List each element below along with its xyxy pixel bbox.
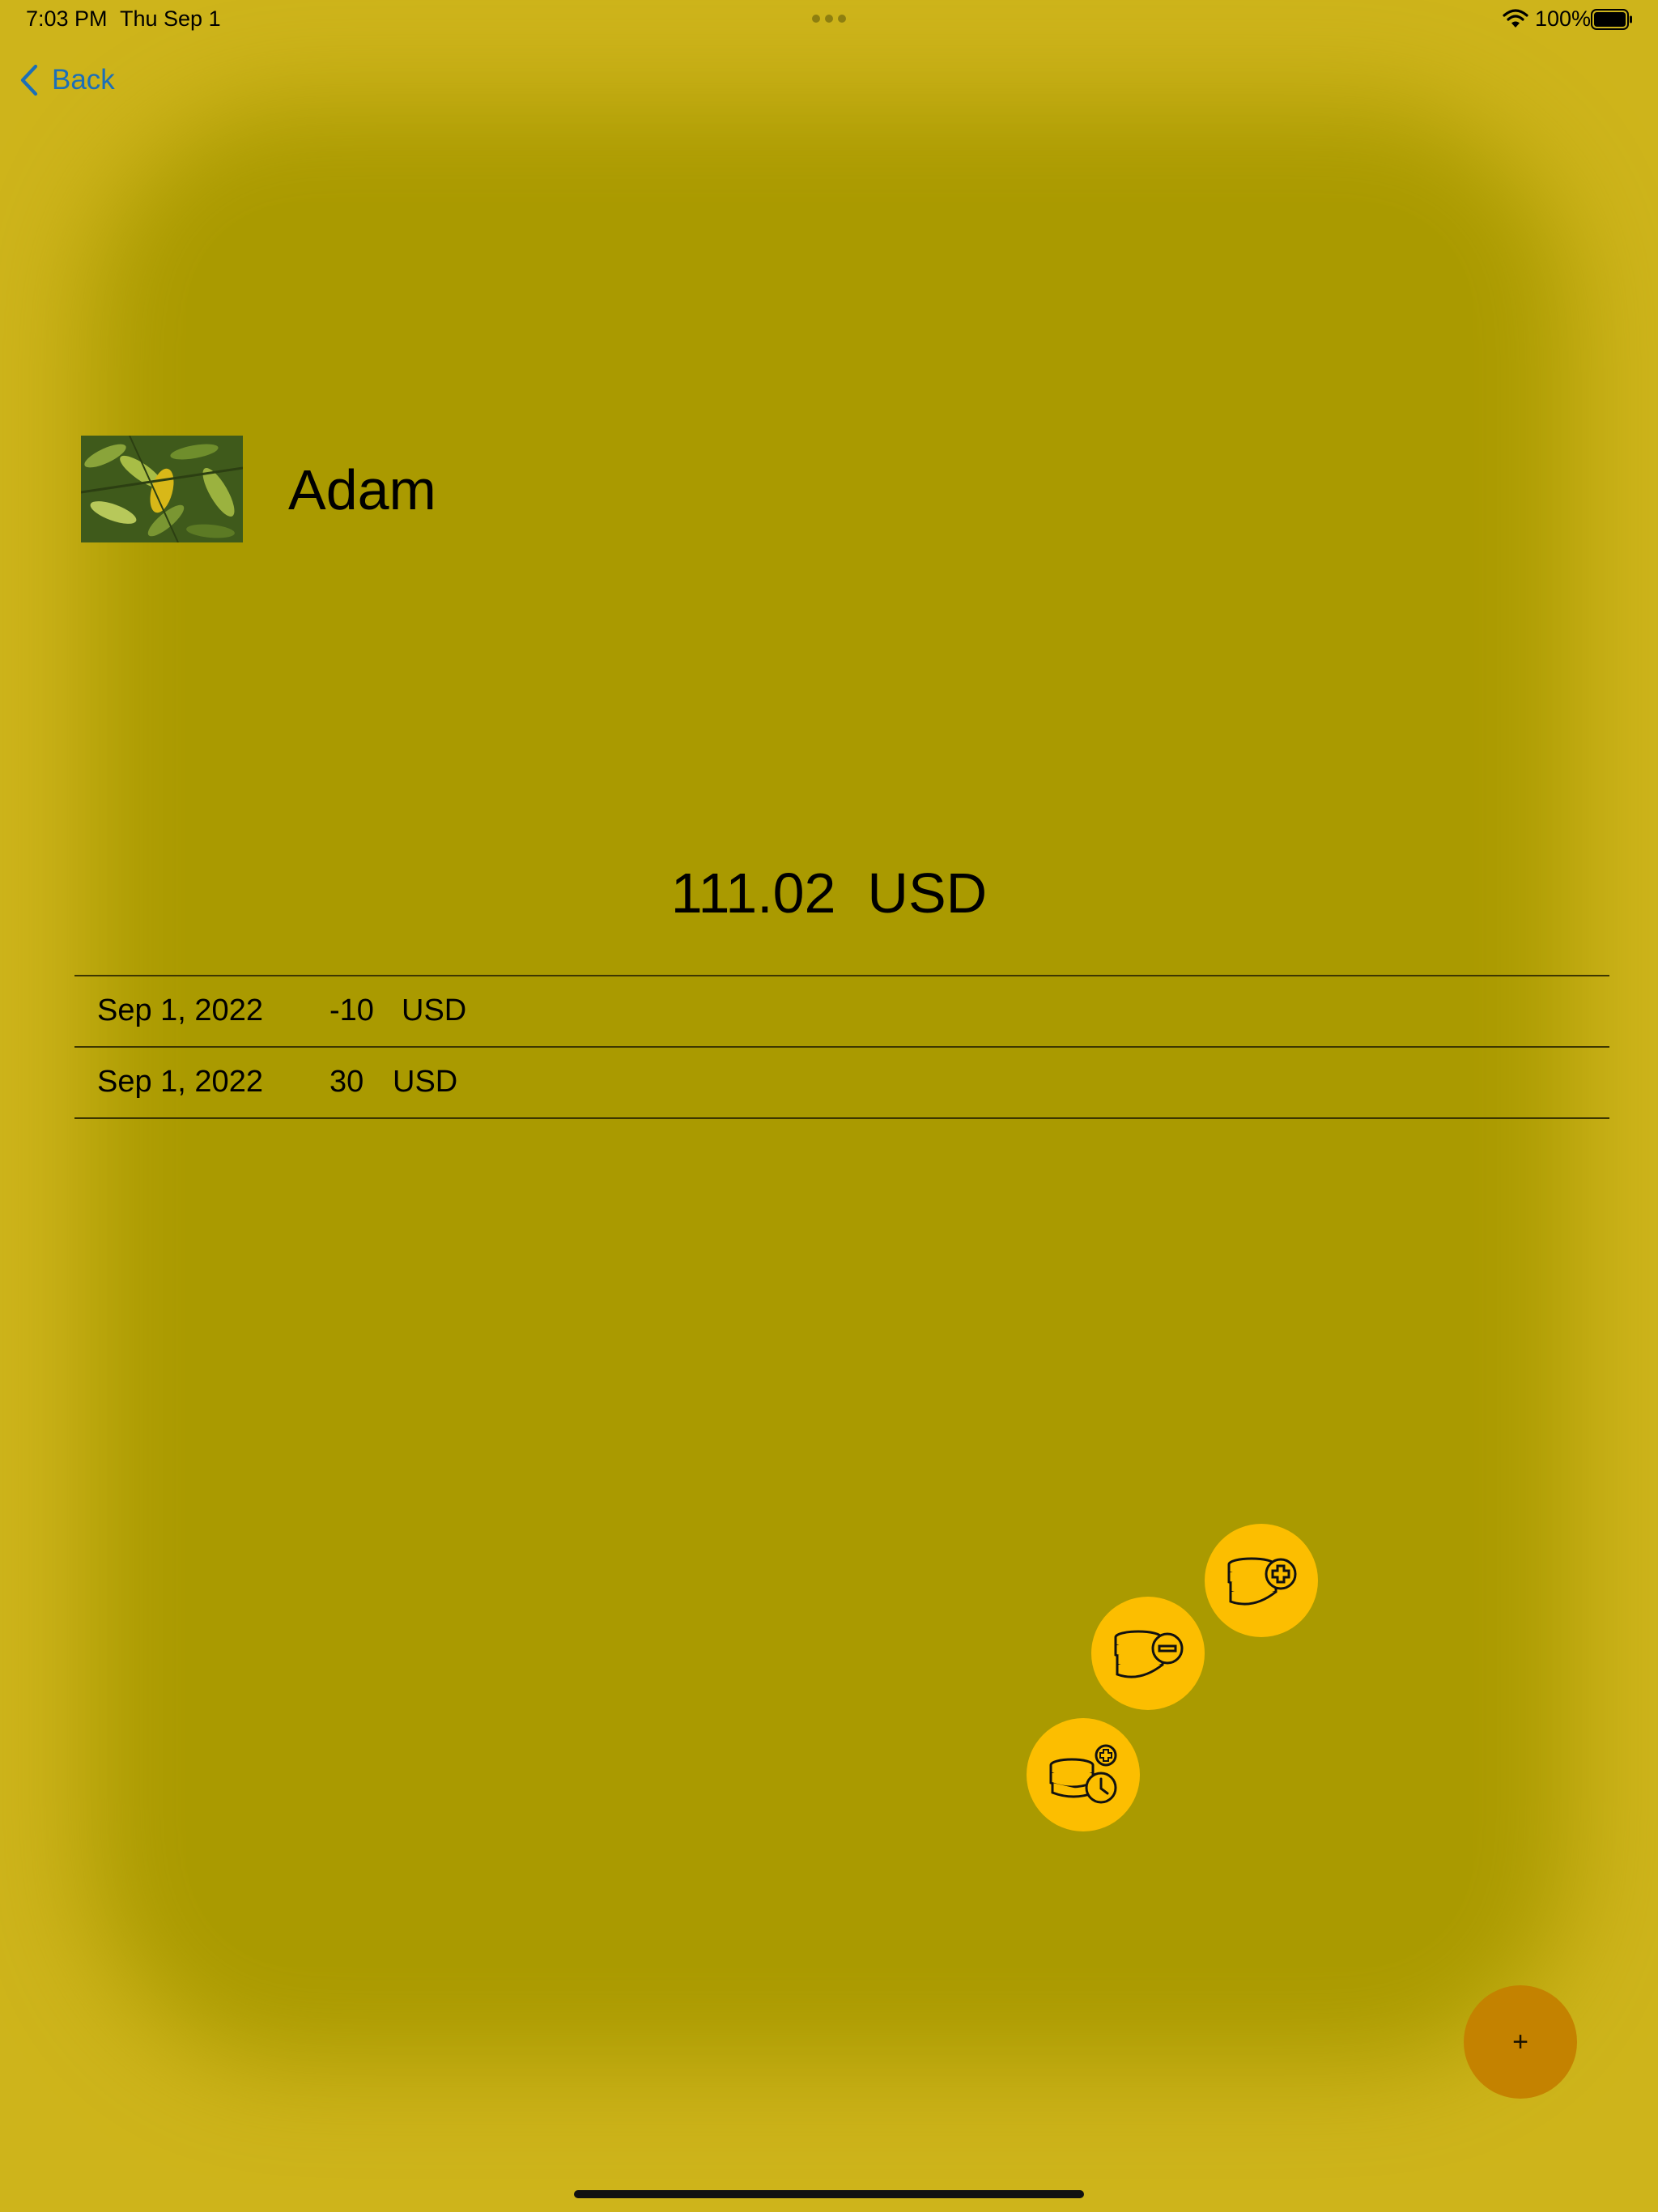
transaction-row[interactable]: Sep 1, 2022 30 USD [74,1048,1609,1119]
balance-amount: 111.02 [670,861,836,925]
leaf-photo-image [81,436,243,542]
transaction-list: Sep 1, 2022 -10 USD Sep 1, 2022 30 USD [74,975,1609,1119]
balance-total: 111.02 USD [0,857,1658,929]
coins-clock-plus-icon [1049,1744,1117,1804]
status-date: Thu Sep 1 [120,6,221,31]
chevron-left-icon [20,64,38,96]
balance-currency: USD [867,861,988,925]
transaction-date: Sep 1, 2022 [97,993,263,1027]
back-button[interactable]: Back [19,60,115,100]
wifi-icon [1503,9,1528,28]
coins-minus-icon [1114,1630,1184,1678]
subtract-funds-button[interactable] [1091,1597,1205,1710]
transaction-date: Sep 1, 2022 [97,1065,263,1099]
add-button[interactable]: + [1464,1985,1577,2099]
battery-icon [1591,9,1632,30]
transaction-row[interactable]: Sep 1, 2022 -10 USD [74,976,1609,1048]
avatar [81,436,243,542]
status-time: 7:03 PM [26,6,108,31]
transaction-currency: USD [393,1065,458,1099]
home-indicator[interactable] [574,2190,1084,2198]
scheduled-funds-button[interactable] [1027,1718,1140,1831]
profile-name: Adam [288,458,436,521]
add-funds-button[interactable] [1205,1524,1318,1637]
transaction-amount: 30 [329,1065,364,1099]
transaction-amount: -10 [329,993,374,1027]
back-label: Back [52,64,115,96]
coins-plus-icon [1227,1557,1297,1606]
status-bar: 7:03 PM Thu Sep 1 100% [0,0,1658,39]
transaction-currency: USD [402,993,467,1027]
multitasking-dots-icon[interactable] [812,15,846,24]
battery-percentage: 100% [1535,6,1592,31]
